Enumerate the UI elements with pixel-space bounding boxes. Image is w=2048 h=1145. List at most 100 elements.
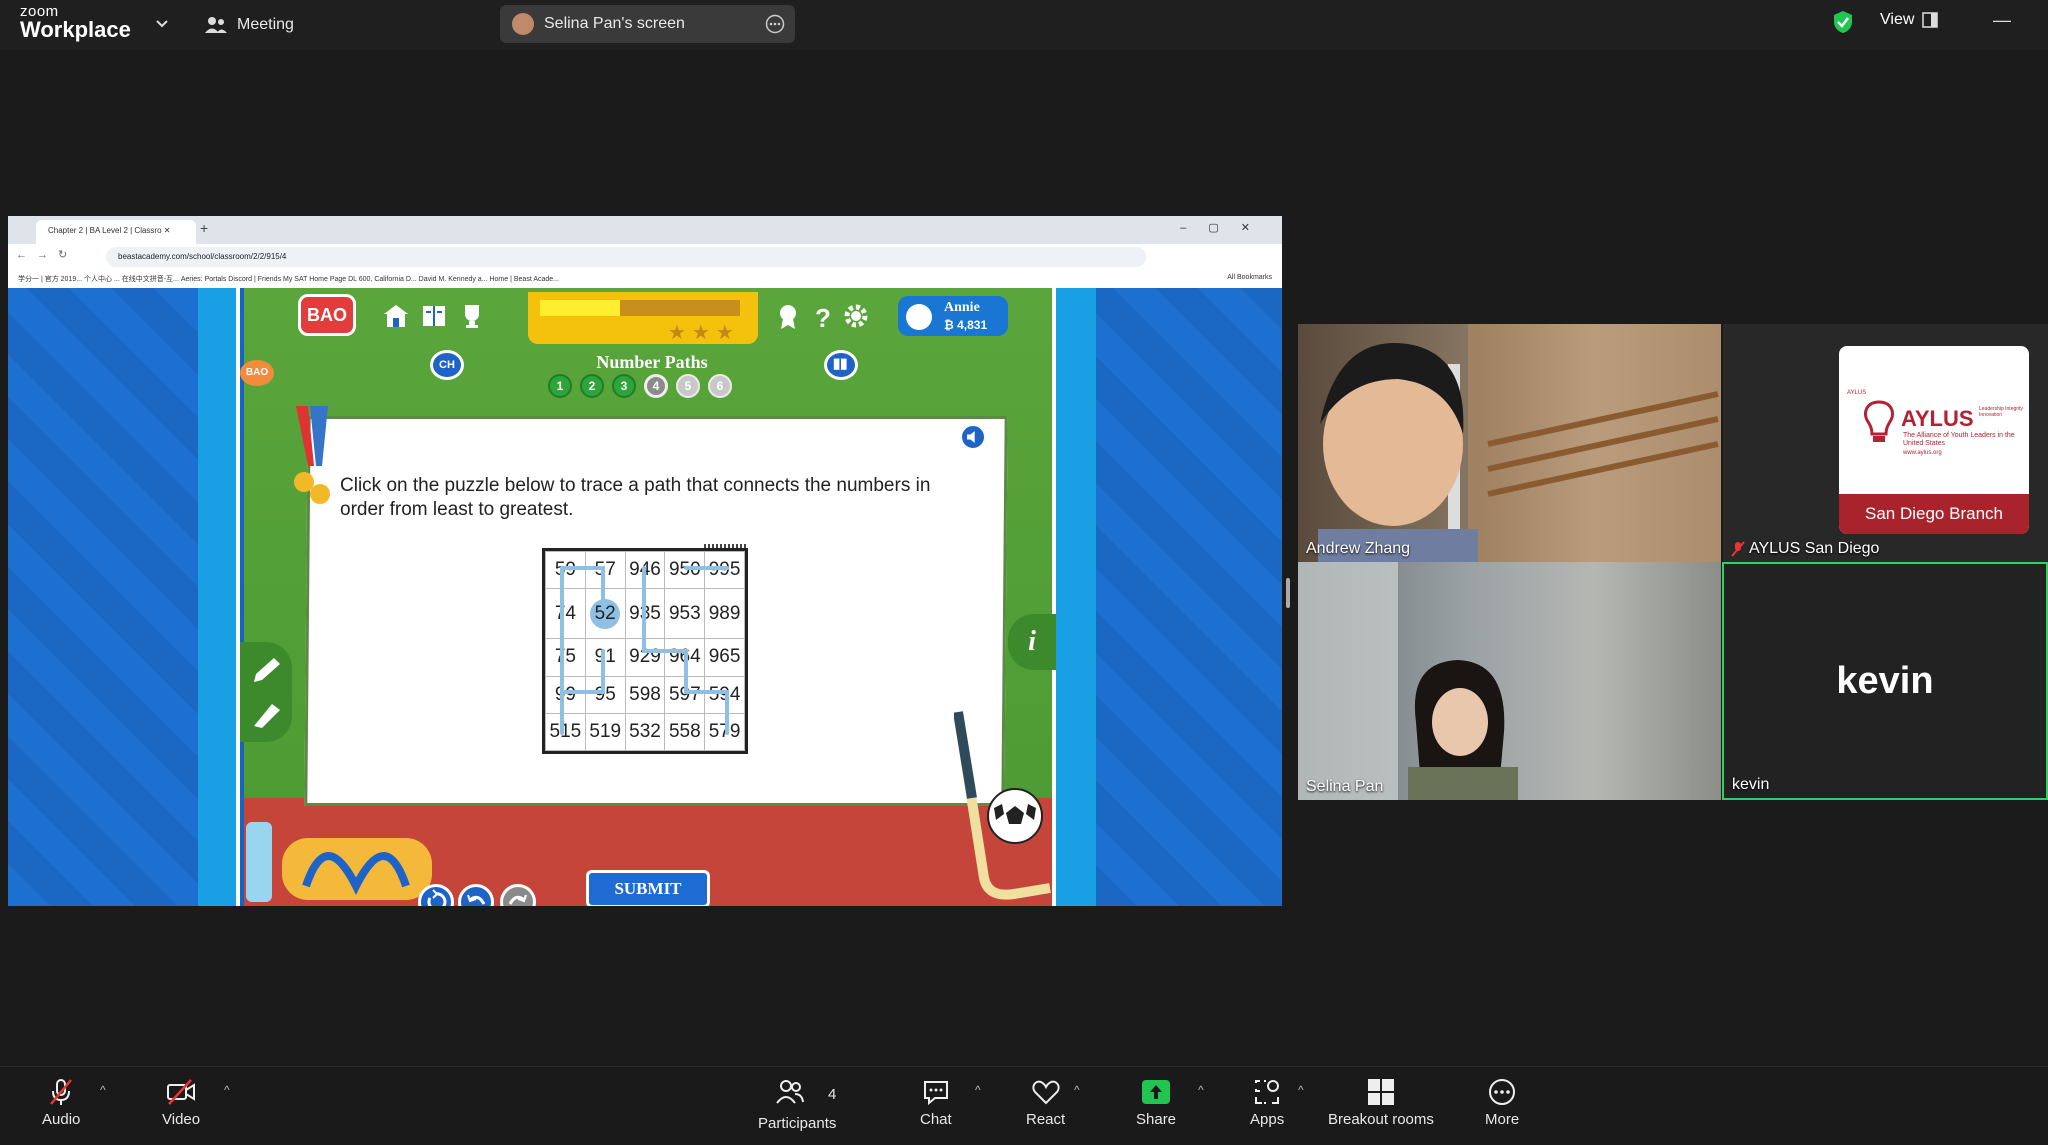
grid-cell[interactable]: 75 — [545, 638, 586, 677]
school-icon[interactable] — [382, 302, 410, 330]
bookmarks-list[interactable]: 学分一 | 官方 2019... 个人中心 ... 在线中文拼音-互... Ae… — [18, 276, 559, 283]
progress-dot[interactable]: 3 — [612, 374, 636, 398]
more-button[interactable]: More — [1485, 1077, 1519, 1128]
grid-cell[interactable]: 52 — [584, 588, 626, 640]
new-tab-icon[interactable]: + — [200, 220, 208, 236]
apps-label: Apps — [1250, 1111, 1285, 1128]
submit-button[interactable]: SUBMIT — [586, 870, 710, 906]
grid-cell[interactable]: 579 — [704, 712, 745, 752]
heart-icon — [1032, 1080, 1060, 1105]
audio-options-caret-icon[interactable]: ^ — [100, 1083, 106, 1097]
grid-cell[interactable]: 99 — [545, 675, 586, 714]
grid-cell-value: 74 — [554, 602, 576, 624]
window-controls[interactable]: –▢✕ — [1180, 221, 1272, 234]
grid-cell[interactable]: 515 — [545, 712, 586, 752]
grid-cell[interactable]: 929 — [624, 638, 666, 677]
stars-icon: ★★★ — [668, 322, 740, 344]
grid-cell[interactable]: 935 — [624, 588, 666, 640]
view-button[interactable]: View — [1880, 11, 1939, 29]
grid-cell[interactable]: 91 — [584, 638, 626, 677]
more-label: More — [1485, 1111, 1520, 1128]
meeting-button[interactable]: Meeting — [205, 12, 294, 38]
react-options-caret-icon[interactable]: ^ — [1074, 1083, 1080, 1097]
award-icon[interactable] — [774, 302, 802, 330]
minimize-icon[interactable]: — — [1993, 10, 2011, 31]
logo-workplace-text: Workplace — [20, 17, 131, 42]
grid-cell[interactable]: 594 — [704, 675, 745, 714]
participants-button[interactable]: 4 Participants — [758, 1077, 836, 1132]
user-profile-button[interactable]: Annie ₿ 4,831 — [898, 296, 1008, 336]
people-icon — [205, 17, 227, 33]
video-tile-selina[interactable]: Selina Pan — [1298, 562, 1721, 800]
pencil-icon[interactable] — [250, 656, 282, 686]
grid-cell[interactable]: 597 — [664, 675, 706, 714]
grid-cell[interactable]: 558 — [664, 712, 706, 752]
book-icon[interactable] — [420, 302, 448, 330]
breakout-rooms-button[interactable]: Breakout rooms — [1328, 1077, 1434, 1128]
grid-cell-value: 515 — [549, 720, 582, 742]
grid-cell[interactable]: 995 — [704, 550, 745, 590]
chat-options-caret-icon[interactable]: ^ — [975, 1083, 981, 1097]
more-options-icon[interactable] — [765, 14, 785, 34]
url-field[interactable]: beastacademy.com/school/classroom/2/2/91… — [106, 247, 1146, 267]
video-options-caret-icon[interactable]: ^ — [224, 1083, 230, 1097]
grid-cell[interactable]: 965 — [704, 638, 745, 677]
progress-dot[interactable]: 4 — [644, 374, 668, 398]
progress-dot[interactable]: 6 — [708, 374, 732, 398]
grid-cell[interactable]: 598 — [624, 675, 666, 714]
all-bookmarks-link[interactable]: All Bookmarks — [1227, 274, 1272, 281]
number-paths-grid[interactable]: 59 57 946 950 995 74 52 935 953 989 75 91 929 964 965 9… — [542, 548, 748, 754]
undo-button[interactable] — [458, 884, 494, 906]
settings-gear-icon[interactable] — [842, 302, 870, 330]
progress-dot[interactable]: 2 — [580, 374, 604, 398]
apps-button[interactable]: Apps — [1250, 1077, 1284, 1128]
browser-tab[interactable]: Chapter 2 | BA Level 2 | Classro ✕ — [36, 220, 196, 244]
grid-cell[interactable]: 950 — [664, 550, 706, 590]
reset-button[interactable] — [418, 884, 454, 906]
share-options-caret-icon[interactable]: ^ — [1198, 1083, 1204, 1097]
react-button[interactable]: React — [1026, 1077, 1065, 1128]
progress-dot[interactable]: 5 — [676, 374, 700, 398]
bao-home-button[interactable]: BAO — [298, 294, 356, 336]
grid-cell[interactable]: 95 — [584, 675, 626, 714]
redo-button[interactable] — [500, 884, 536, 906]
undo-icon — [467, 894, 486, 905]
chat-icon — [923, 1081, 948, 1106]
grid-cell[interactable]: 946 — [624, 550, 666, 590]
screen-share-indicator[interactable]: Selina Pan's screen — [500, 5, 795, 43]
trophy-icon[interactable] — [458, 302, 486, 330]
panel-splitter[interactable] — [1286, 578, 1290, 608]
info-button[interactable]: i — [1008, 614, 1056, 670]
help-icon[interactable]: ? — [808, 302, 836, 330]
grid-cell[interactable]: 953 — [664, 588, 706, 640]
video-tile-andrew[interactable]: Andrew Zhang — [1298, 324, 1721, 562]
security-shield-icon[interactable] — [1832, 10, 1854, 34]
apps-options-caret-icon[interactable]: ^ — [1298, 1083, 1304, 1097]
browser-nav-icons[interactable]: ←→↻ — [16, 248, 77, 261]
video-tile-aylus[interactable]: AYLUS AYLUS Leadership Integrity Innovat… — [1723, 324, 2048, 562]
grid-cell[interactable]: 74 — [545, 588, 586, 640]
shared-screen[interactable]: Chapter 2 | BA Level 2 | Classro ✕ + –▢✕… — [8, 216, 1282, 906]
chapter-button[interactable]: CH — [430, 350, 464, 380]
video-tile-kevin[interactable]: kevin kevin — [1722, 562, 2048, 800]
guide-book-icon[interactable] — [824, 350, 858, 380]
grid-cell[interactable]: 989 — [704, 588, 745, 640]
grid-cell[interactable]: 519 — [584, 712, 626, 752]
chevron-down-icon[interactable] — [152, 13, 172, 33]
eraser-icon[interactable] — [250, 700, 282, 730]
participant-name: Andrew Zhang — [1306, 540, 1411, 557]
grid-cell[interactable]: 59 — [545, 550, 586, 590]
grid-cell-value: 519 — [589, 720, 622, 742]
progress-dot[interactable]: 1 — [548, 374, 572, 398]
selina-video-feed — [1298, 562, 1518, 800]
grid-cell-value: 964 — [668, 646, 701, 668]
speaker-icon[interactable] — [960, 424, 986, 450]
grid-cell[interactable]: 57 — [584, 550, 626, 590]
audio-button[interactable]: Audio — [42, 1077, 80, 1128]
grid-cell[interactable]: 964 — [664, 638, 706, 677]
share-button[interactable]: Share — [1136, 1077, 1176, 1128]
chat-button[interactable]: Chat — [920, 1077, 952, 1128]
video-label: Video — [162, 1111, 201, 1128]
video-button[interactable]: Video — [162, 1077, 200, 1128]
grid-cell[interactable]: 532 — [624, 712, 666, 752]
